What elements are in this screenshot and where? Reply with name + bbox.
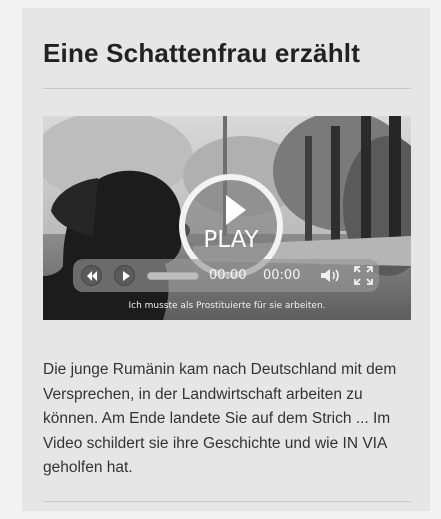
video-caption: Ich musste als Prostituierte für sie arb… <box>128 301 326 311</box>
video-player[interactable]: PLAY 00:00 00:00 Ich musste als Prostitu… <box>43 116 411 320</box>
card-title: Eine Schattenfrau erzählt <box>43 38 361 68</box>
current-time: 00:00 <box>209 268 247 283</box>
player-controls: 00:00 00:00 <box>73 259 379 292</box>
play-icon <box>123 271 130 281</box>
duration: 00:00 <box>263 268 301 283</box>
play-label: PLAY <box>203 227 259 253</box>
fullscreen-icon[interactable] <box>353 265 374 286</box>
play-pause-button[interactable] <box>114 265 135 286</box>
video-teaser-card: Eine Schattenfrau erzählt PLAY 00:00 00:… <box>22 8 430 511</box>
teaser-description: Die junge Rumänin kam nach Deutschland m… <box>43 361 397 476</box>
bottom-divider <box>43 501 411 502</box>
seek-bar[interactable] <box>147 272 199 280</box>
play-icon <box>226 195 246 225</box>
rewind-button[interactable] <box>81 265 102 286</box>
title-divider <box>43 88 411 89</box>
volume-icon[interactable] <box>320 267 342 284</box>
